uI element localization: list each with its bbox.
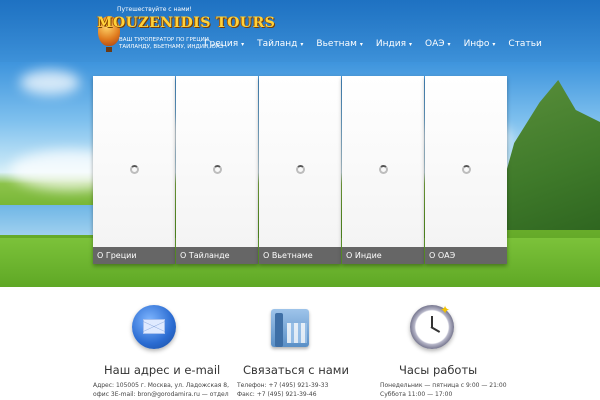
phone-icon [267,305,311,349]
loading-spinner-icon [296,165,305,174]
card-vietnam[interactable]: О Вьетнаме [259,76,341,264]
nav-item-articles[interactable]: Статьи [508,39,548,49]
nav-item-uae[interactable]: ОАЭ ▾ [425,39,458,49]
chevron-down-icon: ▾ [492,40,496,48]
envelope-flap [143,319,165,334]
contact-line: Телефон: +7 (495) 921-39-33 [237,382,329,389]
nav-item-greece[interactable]: Греция ▾ [204,39,251,49]
logo-tagline: Путешествуйте с нами! [117,6,192,13]
contact-title: Связаться с нами [243,363,349,377]
card-thailand[interactable]: О Тайланде [176,76,258,264]
nav-item-label: Греция [204,39,239,49]
phone-body [271,309,309,347]
clock-icon: ✦ [410,303,454,349]
nav-item-thailand[interactable]: Тайланд ▾ [257,39,310,49]
card-caption[interactable]: О Греции [93,247,175,264]
card-caption[interactable]: О ОАЭ [425,247,507,264]
loading-spinner-icon [213,165,222,174]
logo-name: MOUZENIDIS TOURS [97,15,276,31]
nav-item-label: Тайланд [257,39,298,49]
destination-cards: О Греции О Тайланде О Вьетнаме О Индие О… [93,76,508,264]
cloud [20,70,80,95]
address-line: Адрес: 105005 г. Москва, ул. Ладожская 8… [93,382,230,389]
phone-handset [275,313,283,347]
card-india[interactable]: О Индие [342,76,424,264]
top-navbar: Путешествуйте с нами! MOUZENIDIS TOURS В… [0,0,600,62]
loading-spinner-icon [462,165,471,174]
chevron-down-icon: ▾ [359,40,363,48]
card-uae[interactable]: О ОАЭ [425,76,507,264]
nav-item-label: Статьи [508,39,542,49]
nav-item-label: Индия [375,39,406,49]
card-caption[interactable]: О Индие [342,247,424,264]
balloon-basket [106,47,112,52]
address-line: офис 3E-mail: bron@gorodamira.ru — отдел [93,391,229,398]
loading-spinner-icon [130,165,139,174]
nav-item-label: ОАЭ [425,39,445,49]
nav-item-info[interactable]: Инфо ▾ [464,39,503,49]
chevron-down-icon: ▾ [241,40,245,48]
main-nav: Греция ▾ Тайланд ▾ Вьетнам ▾ Индия ▾ ОАЭ… [204,39,555,49]
hours-line: Суббота 11:00 — 17:00 [380,391,453,398]
loading-spinner-icon [379,165,388,174]
nav-item-india[interactable]: Индия ▾ [376,39,419,49]
address-title: Наш адрес и e-mail [104,363,221,377]
hours-line: Понедельник — пятница с 9:00 — 21:00 [380,382,507,389]
nav-item-label: Вьетнам [316,39,357,49]
hours-title: Часы работы [399,363,478,377]
info-section: Наш адрес и e-mail Адрес: 105005 г. Моск… [0,287,600,400]
nav-item-label: Инфо [463,39,490,49]
sparkle-icon: ✦ [440,303,451,317]
envelope-icon [132,305,176,349]
card-caption[interactable]: О Тайланде [176,247,258,264]
clock-hand [430,326,441,333]
card-greece[interactable]: О Греции [93,76,175,264]
contact-line: Факс: +7 (495) 921-39-46 [237,391,317,398]
nav-item-vietnam[interactable]: Вьетнам ▾ [316,39,369,49]
chevron-down-icon: ▾ [409,40,413,48]
card-caption[interactable]: О Вьетнаме [259,247,341,264]
chevron-down-icon: ▾ [300,40,304,48]
phone-keypad [287,323,307,343]
chevron-down-icon: ▾ [447,40,451,48]
